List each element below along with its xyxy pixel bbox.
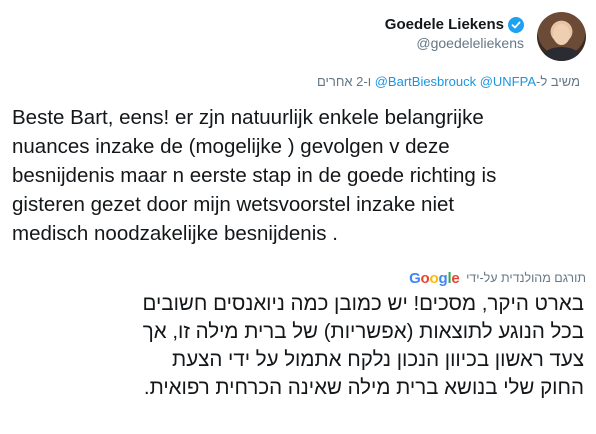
translation-attribution: תורגם מהולנדית על-ידי Google <box>10 270 586 287</box>
avatar-shoulders <box>543 47 580 61</box>
avatar-face <box>553 24 570 45</box>
tweet-header: Goedele Liekens @goedeleliekens <box>10 12 586 64</box>
name-row: Goedele Liekens <box>385 16 524 33</box>
translated-text: בארט היקר, מסכים! יש כמובן כמה ניואנסים … <box>10 290 584 402</box>
reply-context: משיב ל-@BartBiesbrouck @UNFPA ו-2 אחרים <box>10 74 580 89</box>
tweet-line: Beste Bart, eens! er zjn natuurlijk enke… <box>12 106 484 129</box>
google-logo[interactable]: Google <box>409 270 460 287</box>
tweet-line: besnijdenis maar n eerste stap in de goe… <box>12 164 497 187</box>
tweet-line: medisch noodzakelijke besnijdenis . <box>12 222 338 245</box>
translated-line: בארט היקר, מסכים! יש כמובן כמה ניואנסים … <box>142 292 584 315</box>
tweet-line: nuances inzake de (mogelijke ) gevolgen … <box>12 135 450 158</box>
reply-mentions[interactable]: @BartBiesbrouck @UNFPA <box>375 74 536 89</box>
reply-suffix[interactable]: ו-2 אחרים <box>317 74 371 89</box>
verified-badge-icon <box>508 16 524 33</box>
translation-label: תורגם מהולנדית על-ידי <box>466 271 586 285</box>
translated-line: צעד ראשון בכיוון הנכון נלקח אתמול על ידי… <box>172 348 584 371</box>
translated-line: בכל הנוגע לתוצאות (אפשריות) של ברית מילה… <box>142 320 584 343</box>
display-name[interactable]: Goedele Liekens <box>385 16 504 33</box>
reply-prefix: משיב ל- <box>535 74 580 89</box>
avatar[interactable] <box>537 12 586 61</box>
tweet-text: Beste Bart, eens! er zjn natuurlijk enke… <box>12 103 587 248</box>
user-handle[interactable]: @goedeleliekens <box>385 35 524 51</box>
translated-line: החוק שלי בנושא ברית מילה שאינה הכרחית רפ… <box>143 376 584 399</box>
tweet-line: gisteren gezet door mijn wetsvoorstel in… <box>12 193 455 216</box>
user-info[interactable]: Goedele Liekens @goedeleliekens <box>385 16 524 51</box>
